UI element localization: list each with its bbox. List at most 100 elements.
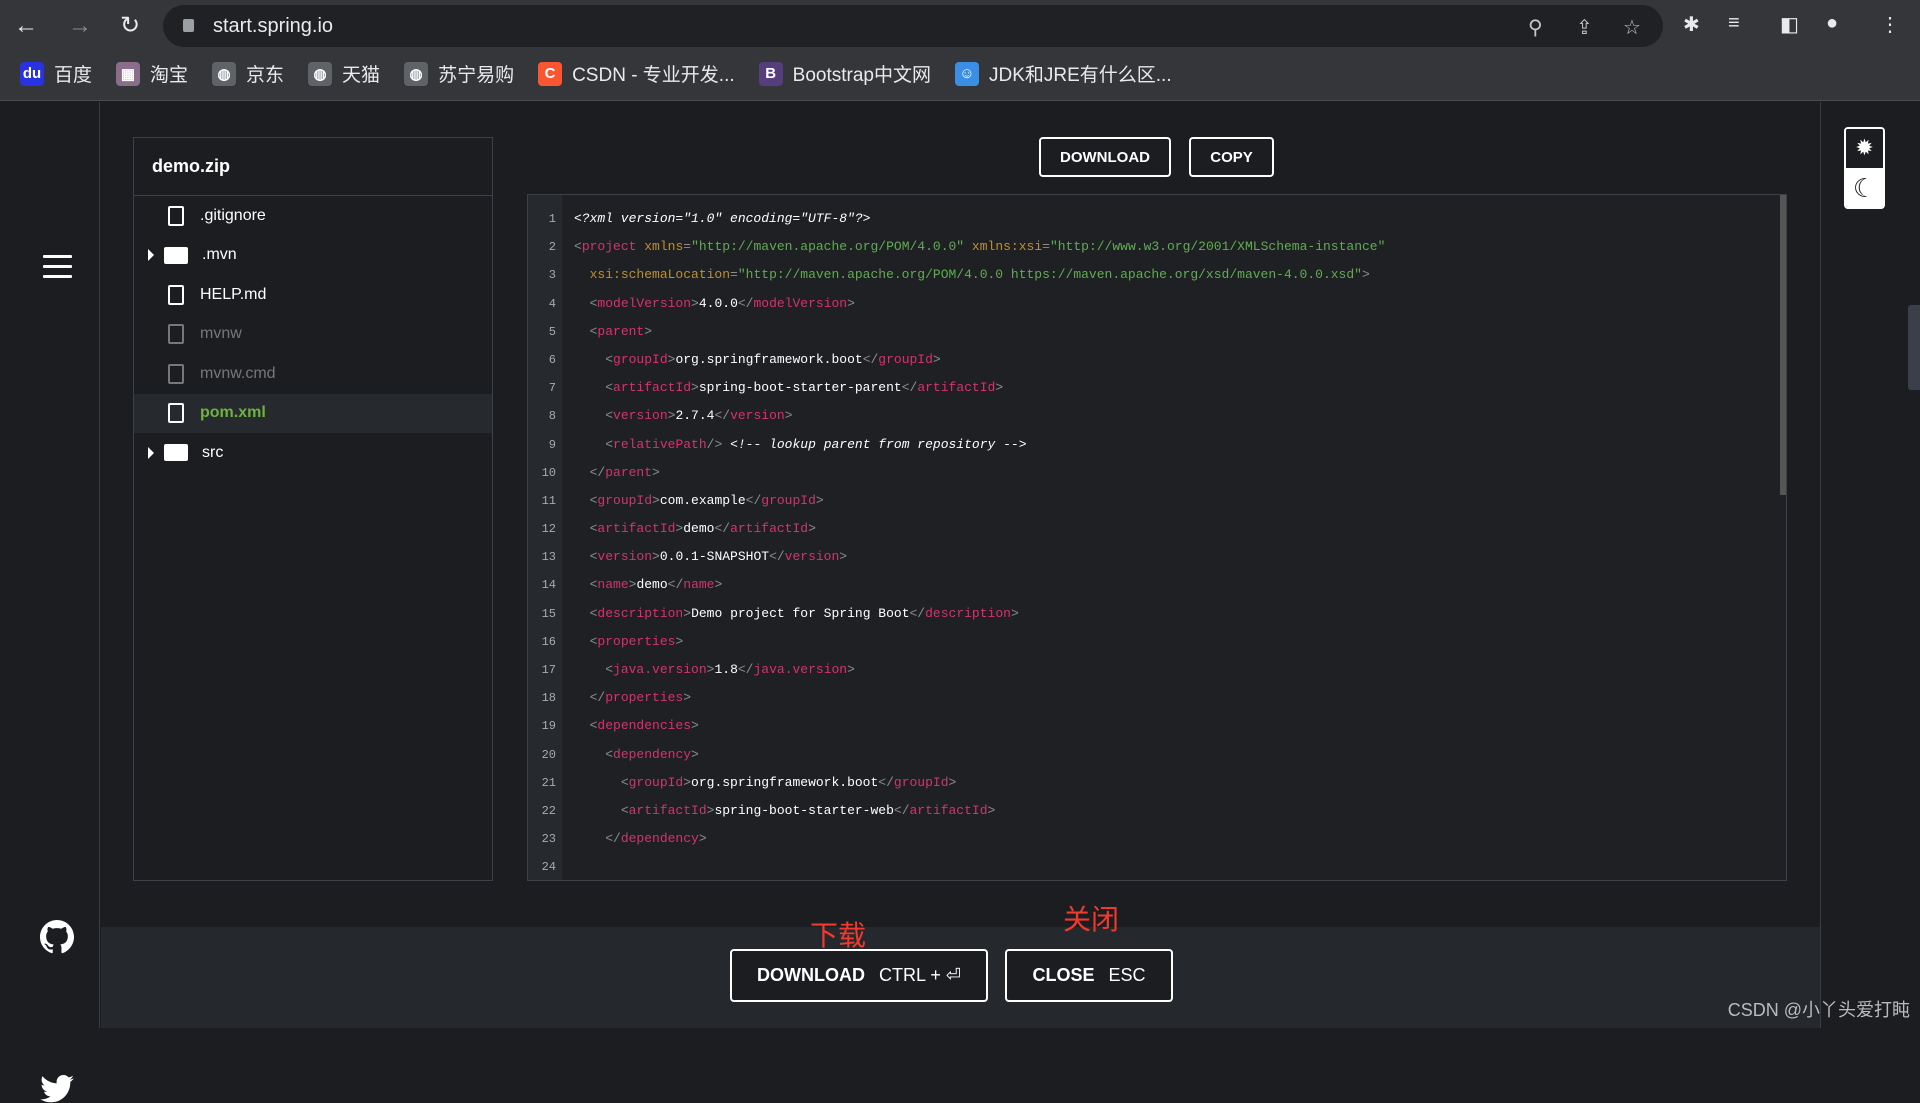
- line-source: </parent>: [574, 459, 660, 487]
- bookmark-label: Bootstrap中文网: [792, 65, 931, 86]
- media-icon[interactable]: ≡: [1728, 12, 1740, 35]
- code-token: >: [652, 492, 660, 508]
- code-token: >: [808, 521, 816, 537]
- bookmark-label: 天猫: [342, 65, 381, 86]
- code-token: >: [691, 380, 699, 396]
- line-number: 13: [541, 550, 556, 565]
- footer-close-button[interactable]: CLOSE ESC: [1005, 949, 1173, 1002]
- file-tree-item[interactable]: mvnw.cmd: [134, 354, 492, 394]
- bookmark-item[interactable]: B Bootstrap中文网: [758, 60, 931, 87]
- file-icon: [168, 284, 184, 305]
- bookmark-item[interactable]: C CSDN - 专业开发...: [538, 60, 735, 87]
- code-token: version: [597, 549, 653, 565]
- code-token: >: [948, 774, 957, 790]
- code-token: relativePath: [613, 436, 707, 452]
- hamburger-menu-icon[interactable]: [43, 255, 72, 285]
- code-token: </: [589, 690, 606, 706]
- bookmark-item[interactable]: ◍ 京东: [212, 60, 284, 87]
- zoom-icon[interactable]: ⚲: [1528, 15, 1543, 40]
- scrollbar[interactable]: [1780, 195, 1786, 495]
- code-token: description: [597, 605, 684, 621]
- code-token: properties: [597, 633, 676, 649]
- code-line: 21 <groupId>org.springframework.boot</gr…: [528, 769, 1786, 797]
- file-tree-item[interactable]: pom.xml: [134, 393, 492, 433]
- theme-toggle[interactable]: ✹ ☾: [1844, 127, 1885, 209]
- copy-button[interactable]: COPY: [1189, 137, 1274, 177]
- side-panel-icon[interactable]: ◧: [1780, 12, 1799, 37]
- line-source: <properties>: [574, 628, 684, 656]
- moon-icon[interactable]: ☾: [1846, 168, 1883, 207]
- twitter-icon[interactable]: [40, 1075, 74, 1103]
- file-icon: [168, 205, 184, 226]
- line-number: 5: [548, 324, 556, 339]
- bookmark-item[interactable]: ▦ 淘宝: [116, 60, 188, 87]
- expand-arrow-icon[interactable]: [148, 249, 154, 262]
- code-line: 12 <artifactId>demo</artifactId>: [528, 515, 1786, 543]
- file-tree-item[interactable]: mvnw: [134, 315, 492, 355]
- star-icon[interactable]: ☆: [1623, 15, 1641, 40]
- code-token: name: [683, 577, 715, 593]
- file-icon: [168, 403, 184, 424]
- menu-icon[interactable]: ⋮: [1880, 12, 1900, 37]
- footer-download-button[interactable]: DOWNLOAD CTRL + ⏎: [730, 949, 988, 1002]
- code-token: version: [784, 549, 840, 565]
- extensions-icon[interactable]: ✱: [1683, 12, 1700, 37]
- code-token: </: [878, 774, 894, 790]
- expand-arrow-icon[interactable]: [148, 446, 154, 459]
- code-token: artifactId: [730, 521, 809, 537]
- reload-icon[interactable]: ↻: [114, 10, 146, 42]
- line-number: 8: [548, 409, 556, 424]
- back-icon[interactable]: ←: [10, 10, 42, 42]
- code-token: 2.7.4: [675, 408, 715, 424]
- line-number: 9: [548, 437, 556, 452]
- line-source: <name>demo</name>: [574, 571, 723, 599]
- download-button[interactable]: DOWNLOAD: [1039, 137, 1171, 177]
- sun-icon[interactable]: ✹: [1846, 129, 1883, 168]
- bookmark-item[interactable]: ◍ 苏宁易购: [404, 60, 514, 87]
- code-token: 4.0.0: [698, 295, 738, 311]
- line-number: 2: [548, 240, 556, 255]
- code-token: </: [605, 831, 621, 847]
- bookmark-item[interactable]: ◍ 天猫: [308, 60, 380, 87]
- code-token: <: [605, 746, 614, 762]
- code-token: groupId: [597, 492, 653, 508]
- code-token: >: [784, 408, 793, 424]
- code-line: 6 <groupId>org.springframework.boot</gro…: [528, 346, 1786, 374]
- code-token: parent: [605, 464, 653, 480]
- profile-icon[interactable]: ●: [1826, 12, 1838, 35]
- code-line: 13 <version>0.0.1-SNAPSHOT</version>: [528, 543, 1786, 571]
- code-token: >: [987, 802, 996, 818]
- code-line: 15 <description>Demo project for Spring …: [528, 600, 1786, 628]
- code-token: >: [1361, 267, 1370, 283]
- bookmark-item[interactable]: du 百度: [20, 60, 92, 87]
- file-tree-item[interactable]: src: [134, 433, 492, 473]
- line-number: 10: [541, 465, 556, 480]
- code-token: artifactId: [628, 802, 707, 818]
- address-bar[interactable]: start.spring.io ⚲ ⇪ ☆: [163, 5, 1663, 47]
- bookmark-label: JDK和JRE有什么区...: [988, 65, 1172, 86]
- file-tree-item[interactable]: HELP.md: [134, 275, 492, 315]
- code-token: xmlns: [644, 239, 684, 255]
- code-token: =: [1042, 239, 1050, 255]
- bookmark-item[interactable]: ☺ JDK和JRE有什么区...: [954, 60, 1172, 87]
- code-line: 2 <project xmlns="http://maven.apache.org…: [528, 233, 1786, 261]
- file-tree-item[interactable]: .gitignore: [134, 196, 492, 236]
- annotation-close: 关闭: [1063, 904, 1120, 935]
- code-token: groupId: [613, 351, 668, 367]
- code-token: Demo project for Spring Boot: [691, 605, 910, 621]
- forward-icon[interactable]: →: [64, 10, 96, 42]
- code-token: groupId: [893, 774, 949, 790]
- github-icon[interactable]: [40, 920, 74, 954]
- code-line: 11 <groupId>com.example</groupId>: [528, 487, 1786, 515]
- file-tree-item[interactable]: .mvn: [134, 236, 492, 276]
- share-icon[interactable]: ⇪: [1576, 15, 1593, 40]
